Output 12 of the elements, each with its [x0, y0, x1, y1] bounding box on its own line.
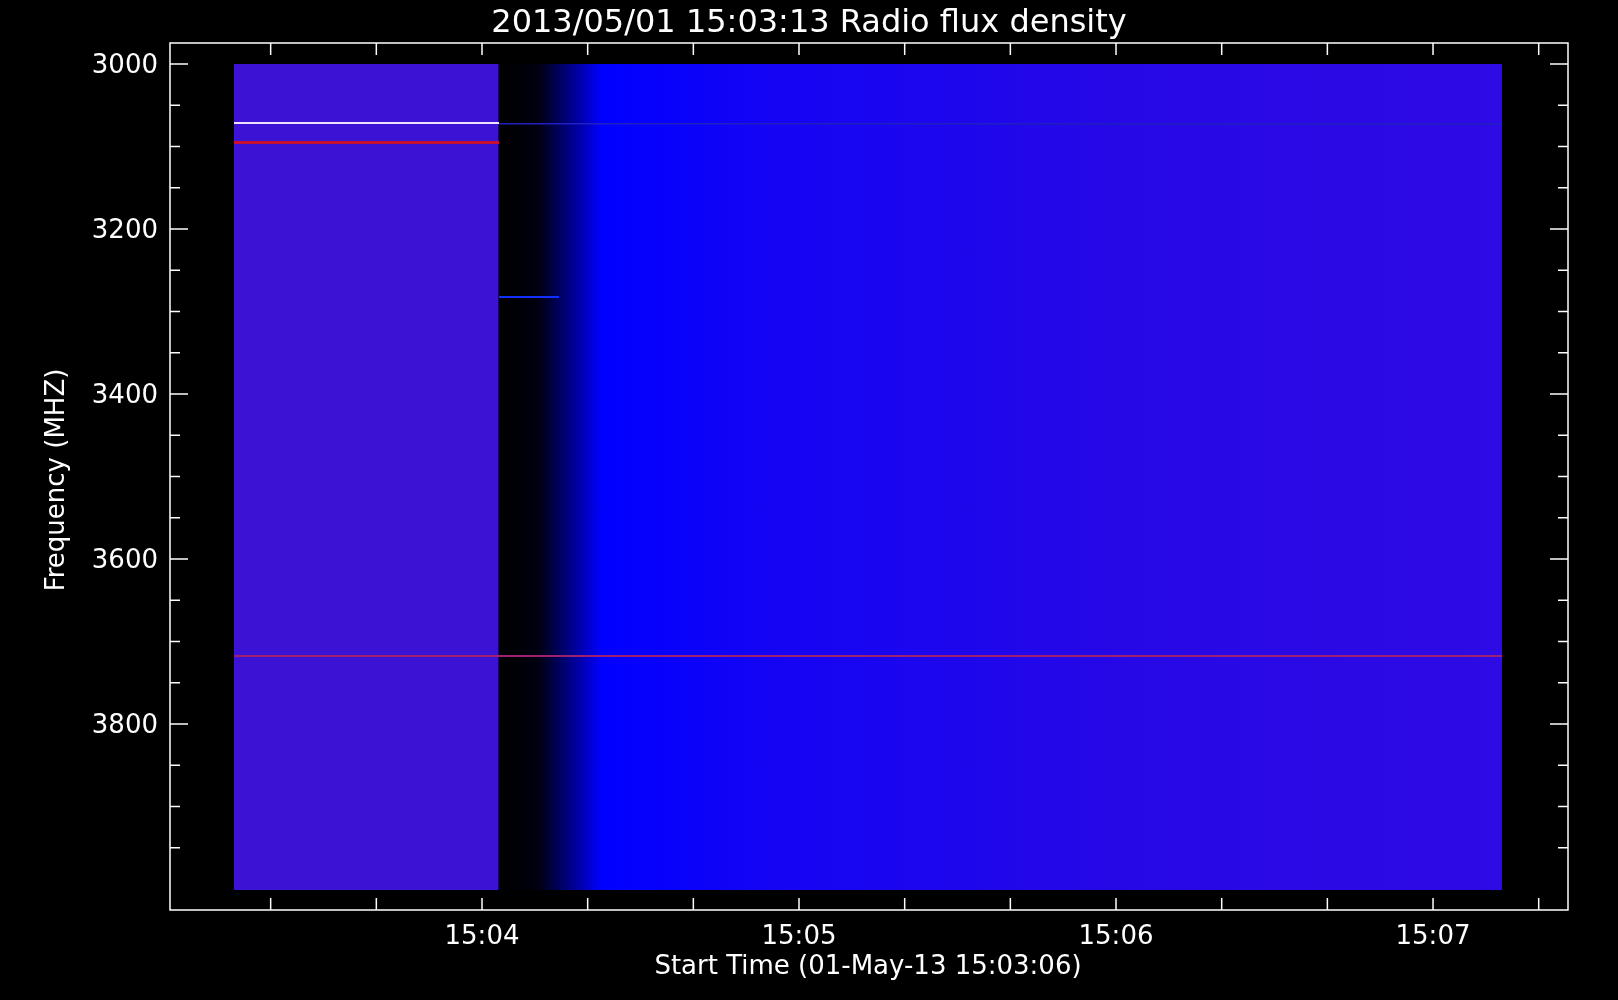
y-tick-label: 3600 — [91, 544, 158, 574]
x-axis-label: Start Time (01-May-13 15:03:06) — [654, 950, 1082, 980]
plot-title: 2013/05/01 15:03:13 Radio flux density — [491, 2, 1127, 40]
y-tick-label: 3000 — [91, 49, 158, 79]
y-tick-label: 3400 — [91, 379, 158, 409]
y-tick-label: 3800 — [91, 709, 158, 739]
y-tick-label: 3200 — [91, 214, 158, 244]
x-tick-label: 15:05 — [761, 920, 837, 950]
x-tick-label: 15:04 — [444, 920, 520, 950]
x-tick-label: 15:07 — [1395, 920, 1471, 950]
y-axis-label: Frequency (MHZ) — [40, 368, 70, 592]
x-tick-label: 15:06 — [1078, 920, 1154, 950]
